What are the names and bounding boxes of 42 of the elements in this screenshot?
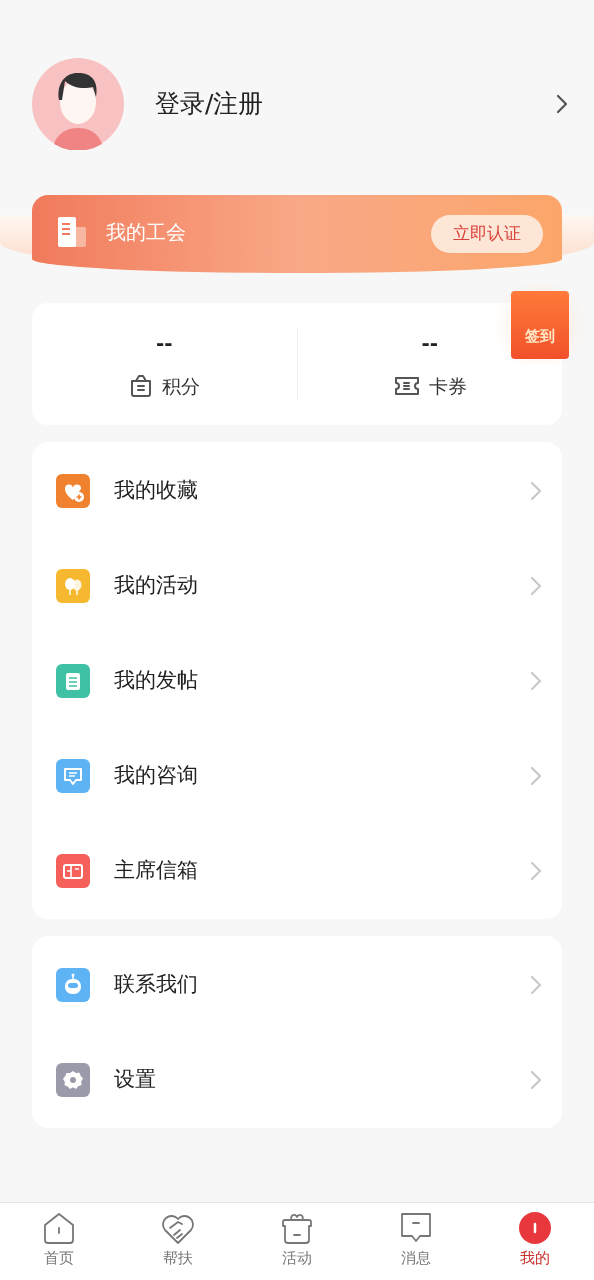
menu-label: 我的活动 xyxy=(114,571,199,599)
chevron-right-icon xyxy=(530,765,542,786)
verify-button[interactable]: 立即认证 xyxy=(431,215,543,253)
menu-label: 我的咨询 xyxy=(114,761,199,789)
menu-item[interactable]: 联系我们 xyxy=(32,937,562,1032)
menu-item[interactable]: 我的活动 xyxy=(32,538,562,633)
chevron-right-icon xyxy=(530,575,542,596)
chevron-right-icon xyxy=(530,860,542,881)
login-link[interactable]: 登录/注册 xyxy=(155,85,556,123)
menu-label: 设置 xyxy=(114,1065,157,1093)
menu-item[interactable]: 我的发帖 xyxy=(32,633,562,728)
menu-label: 联系我们 xyxy=(114,970,199,998)
tab[interactable]: 消息 xyxy=(356,1203,476,1280)
chevron-right-icon xyxy=(530,670,542,691)
ticket-icon xyxy=(392,375,421,397)
document-icon xyxy=(56,215,88,249)
menu-item[interactable]: 设置 xyxy=(32,1032,562,1127)
union-banner[interactable]: 我的工会 立即认证 xyxy=(32,195,562,273)
tab[interactable]: 我的 xyxy=(475,1203,594,1280)
chevron-right-icon xyxy=(556,94,568,114)
chevron-right-icon xyxy=(530,1069,542,1090)
menu-label: 我的收藏 xyxy=(114,476,199,504)
stat-value: -- xyxy=(421,329,439,357)
chevron-right-icon xyxy=(530,974,542,995)
stat-value: -- xyxy=(155,329,173,357)
gift-box-icon xyxy=(279,1211,315,1245)
sign-in-label: 签到 xyxy=(525,325,555,347)
menu-item[interactable]: 我的收藏 xyxy=(32,443,562,538)
tab[interactable]: 活动 xyxy=(237,1203,357,1280)
stat-label: 积分 xyxy=(162,373,201,399)
stat-link[interactable]: 积分 xyxy=(128,371,201,401)
chevron-right-icon xyxy=(530,480,542,501)
menu-item[interactable]: 我的咨询 xyxy=(32,728,562,823)
profile-icon xyxy=(516,1211,553,1245)
stat-label: 卡券 xyxy=(428,373,467,399)
tab[interactable]: 帮扶 xyxy=(118,1203,238,1280)
union-title: 我的工会 xyxy=(106,219,187,246)
menu-item[interactable]: 主席信箱 xyxy=(32,823,562,918)
menu-label: 我的发帖 xyxy=(114,666,199,694)
stat-link[interactable]: 卡券 xyxy=(392,371,467,401)
tab[interactable]: 首页 xyxy=(0,1203,119,1280)
menu-label: 主席信箱 xyxy=(114,856,199,884)
